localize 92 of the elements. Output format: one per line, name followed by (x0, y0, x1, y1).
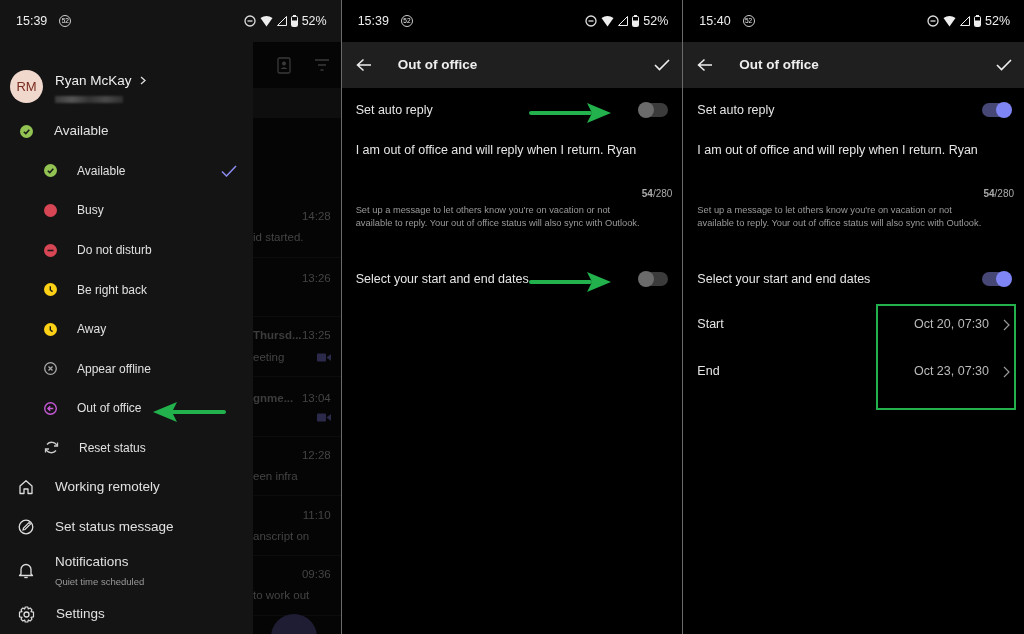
menu-item-label: Notifications (55, 553, 130, 572)
checkmark-icon (996, 59, 1012, 71)
battery-percentage: 52% (301, 12, 327, 30)
status-time: 15:40 (699, 12, 731, 30)
wifi-icon (943, 15, 956, 27)
save-button[interactable] (654, 59, 671, 71)
do-not-disturb-status-icon (44, 243, 57, 257)
wifi-icon (601, 15, 615, 27)
pencil-icon (18, 519, 34, 536)
toggle-switch[interactable] (640, 103, 669, 117)
auto-reply-message[interactable]: I am out of office and will reply when I return. Ryan (683, 132, 1024, 168)
status-option[interactable]: Do not disturb (0, 230, 253, 270)
status-option[interactable]: Busy (0, 190, 253, 231)
date-value[interactable]: Oct 20, 07:30 (913, 315, 989, 334)
chat-list-text: een infra (253, 469, 298, 485)
redacted-email-blur (55, 95, 123, 103)
available-status-icon (44, 164, 57, 178)
user-name[interactable]: Ryan McKay (55, 70, 132, 91)
date-value[interactable]: Oct 23, 07:30 (913, 362, 989, 381)
battery-icon (632, 15, 640, 27)
chat-list-text: 11:10 (302, 507, 331, 523)
chevron-right-icon[interactable] (1003, 318, 1010, 331)
clock-status-icon (44, 283, 57, 297)
video-camera-icon (316, 412, 331, 422)
checkmark-icon (654, 59, 671, 71)
chat-list-text: anscript on (253, 528, 310, 544)
character-counter: 54/280 (640, 187, 674, 201)
menu-item[interactable]: Set status message (0, 507, 253, 547)
back-arrow-icon (355, 58, 372, 72)
back-button[interactable] (355, 58, 372, 72)
battery-icon (290, 15, 298, 27)
help-text: Set up a message to let others know you're on vacation or not available to reply. Your out of office status will also sync with Outlook. (354, 204, 641, 230)
save-button[interactable] (996, 59, 1012, 71)
screen-title: Out of office (397, 55, 478, 74)
home-icon (18, 479, 34, 496)
battery-icon (974, 15, 981, 27)
help-text: Set up a message to let others know you're on vacation or not available to reply. Your out of office status will also sync with Outlook. (696, 204, 983, 230)
menu-item[interactable]: Settings (0, 594, 253, 634)
setting-label: Set auto reply (355, 101, 433, 119)
chat-list-text: 09:36 (301, 567, 331, 583)
status-time: 15:39 (357, 12, 389, 30)
status-option[interactable]: Available (0, 151, 253, 191)
back-button[interactable] (697, 58, 714, 72)
available-status-icon (20, 124, 33, 138)
video-camera-icon (316, 352, 331, 362)
wifi-icon (259, 15, 273, 27)
out-of-office-status-icon (44, 401, 57, 415)
refresh-icon (44, 440, 59, 456)
offline-status-icon (44, 362, 57, 376)
signal-icon (276, 16, 287, 26)
menu-item-subtitle: Quiet time scheduled (55, 574, 145, 589)
chat-list-text: 12:28 (301, 447, 331, 463)
toggle-switch[interactable] (982, 103, 1010, 117)
status-option[interactable]: Be right back (0, 269, 253, 310)
busy-status-icon (44, 203, 57, 217)
chat-list-text: 13:25 (301, 328, 331, 344)
do-not-disturb-icon (927, 15, 939, 27)
chat-list-text: eeting (253, 349, 285, 365)
chat-list-text: to work out (253, 588, 310, 604)
toggle-switch[interactable] (982, 272, 1010, 287)
chevron-right-icon[interactable] (1003, 365, 1010, 378)
toggle-switch[interactable] (640, 272, 669, 287)
status-time: 15:39 (16, 12, 48, 30)
status-option[interactable]: Reset status (0, 428, 253, 468)
setting-label: Set auto reply (697, 101, 775, 119)
settings-icon (18, 605, 35, 623)
battery-percentage: 52% (643, 12, 669, 30)
setting-label: Select your start and end dates (355, 270, 529, 288)
auto-reply-message[interactable]: I am out of office and will reply when I return. Ryan (341, 132, 683, 168)
chat-list-text: id started. (253, 230, 304, 246)
status-option[interactable]: Out of office (0, 388, 253, 429)
chat-list-text: 14:28 (301, 209, 331, 225)
character-counter: 54/280 (982, 187, 1015, 201)
current-presence[interactable]: Available (54, 121, 109, 142)
chat-list-text: 13:26 (301, 271, 331, 287)
do-not-disturb-icon (243, 15, 256, 27)
signal-icon (618, 16, 629, 26)
status-option[interactable]: Away (0, 309, 253, 349)
chat-list-text: 13:04 (301, 390, 331, 406)
date-label: Start (697, 316, 724, 334)
signal-icon (960, 16, 970, 26)
date-label: End (697, 363, 720, 381)
setting-label: Select your start and end dates (697, 270, 871, 288)
screen-title: Out of office (739, 55, 819, 74)
user-avatar[interactable]: RM (10, 70, 43, 104)
menu-item[interactable]: Working remotely (0, 467, 253, 508)
battery-percentage: 52% (985, 12, 1010, 30)
back-arrow-icon (697, 58, 714, 72)
bell-icon (18, 562, 34, 580)
do-not-disturb-icon (585, 15, 598, 27)
clock-status-icon (44, 322, 57, 336)
status-option[interactable]: Appear offline (0, 348, 253, 389)
